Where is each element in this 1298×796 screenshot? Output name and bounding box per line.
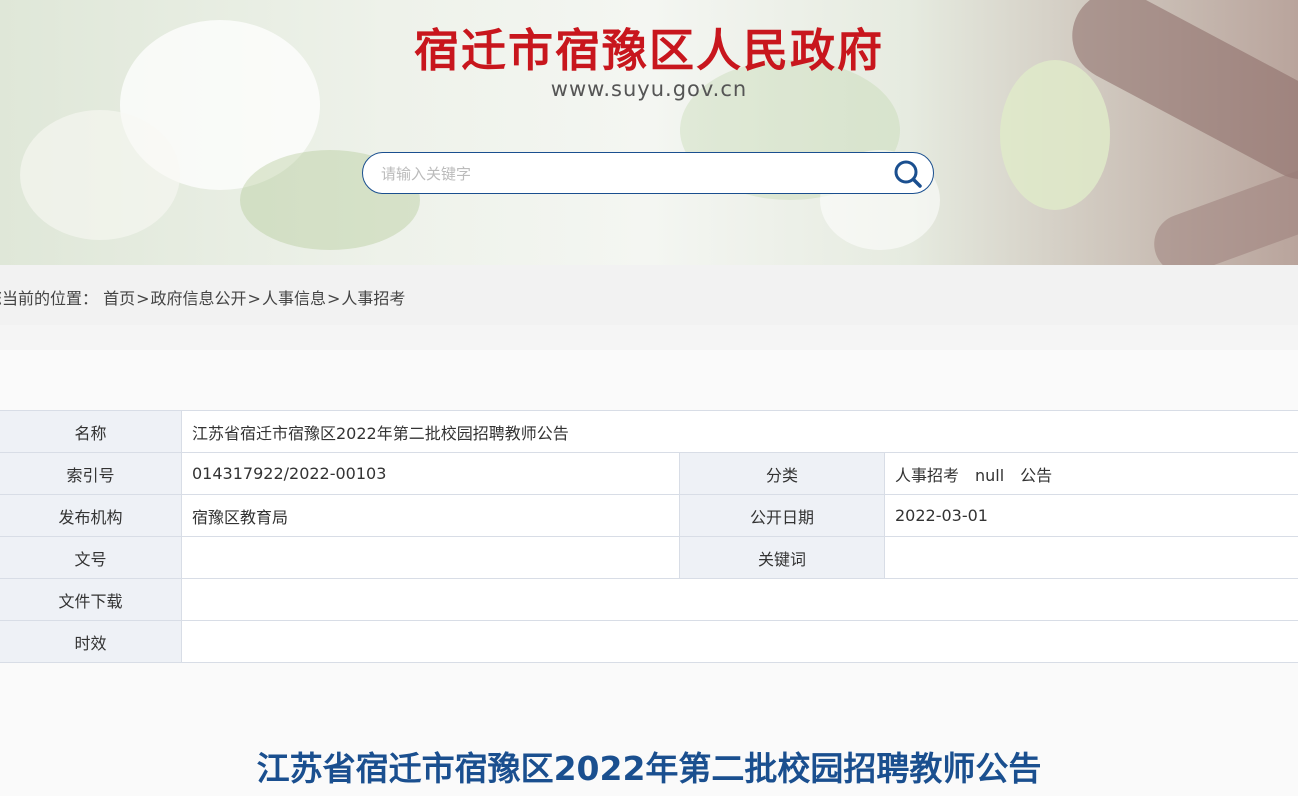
meta-label-index: 索引号 (0, 452, 182, 495)
meta-value-date: 2022-03-01 (884, 494, 1298, 537)
meta-value-docno (181, 536, 680, 579)
meta-value-name: 江苏省宿迁市宿豫区2022年第二批校园招聘教师公告 (181, 410, 1298, 453)
breadcrumb-item-gov-info[interactable]: 政府信息公开 (151, 289, 247, 308)
search-box (362, 152, 934, 194)
table-row: 索引号 014317922/2022-00103 分类 人事招考 null 公告 (0, 452, 1298, 495)
meta-label-keywords: 关键词 (679, 536, 885, 579)
document-meta-table: 名称 江苏省宿迁市宿豫区2022年第二批校园招聘教师公告 索引号 0143179… (0, 410, 1298, 663)
meta-value-index: 014317922/2022-00103 (181, 452, 680, 495)
table-row: 名称 江苏省宿迁市宿豫区2022年第二批校园招聘教师公告 (0, 410, 1298, 453)
meta-label-date: 公开日期 (679, 494, 885, 537)
meta-value-keywords (884, 536, 1298, 579)
header-banner: 宿迁市宿豫区人民政府 www.suyu.gov.cn (0, 0, 1298, 265)
meta-value-download (181, 578, 1298, 621)
table-row: 时效 (0, 620, 1298, 663)
meta-value-validity (181, 620, 1298, 663)
breadcrumb-separator: > (136, 289, 150, 308)
breadcrumb-bar: 您当前的位置： 首页>政府信息公开>人事信息>人事招考 (0, 265, 1298, 325)
meta-value-publisher: 宿豫区教育局 (181, 494, 680, 537)
breadcrumb-separator: > (326, 289, 341, 308)
meta-label-name: 名称 (0, 410, 182, 453)
breadcrumb-item-home[interactable]: 首页 (103, 289, 135, 308)
search-icon[interactable] (893, 159, 923, 189)
blossom-decoration (20, 110, 180, 240)
table-row: 文号 关键词 (0, 536, 1298, 579)
breadcrumb: 您当前的位置： 首页>政府信息公开>人事信息>人事招考 (0, 285, 405, 309)
breadcrumb-item-recruitment[interactable]: 人事招考 (341, 289, 405, 308)
breadcrumb-separator: > (247, 289, 261, 308)
site-title: 宿迁市宿豫区人民政府 (413, 24, 884, 77)
meta-label-category: 分类 (679, 452, 885, 495)
table-row: 文件下载 (0, 578, 1298, 621)
content-panel: 名称 江苏省宿迁市宿豫区2022年第二批校园招聘教师公告 索引号 0143179… (0, 350, 1298, 796)
branch-decoration (1145, 157, 1298, 265)
table-row: 发布机构 宿豫区教育局 公开日期 2022-03-01 (0, 494, 1298, 537)
meta-label-publisher: 发布机构 (0, 494, 182, 537)
site-url: www.suyu.gov.cn (550, 77, 748, 101)
meta-label-validity: 时效 (0, 620, 182, 663)
search-input[interactable] (379, 161, 883, 187)
breadcrumb-item-personnel[interactable]: 人事信息 (262, 289, 326, 308)
meta-label-docno: 文号 (0, 536, 182, 579)
meta-value-category: 人事招考 null 公告 (884, 452, 1298, 495)
article-title: 江苏省宿迁市宿豫区2022年第二批校园招聘教师公告 (256, 749, 1042, 788)
meta-label-download: 文件下载 (0, 578, 182, 621)
breadcrumb-prefix: 您当前的位置： (0, 289, 99, 308)
